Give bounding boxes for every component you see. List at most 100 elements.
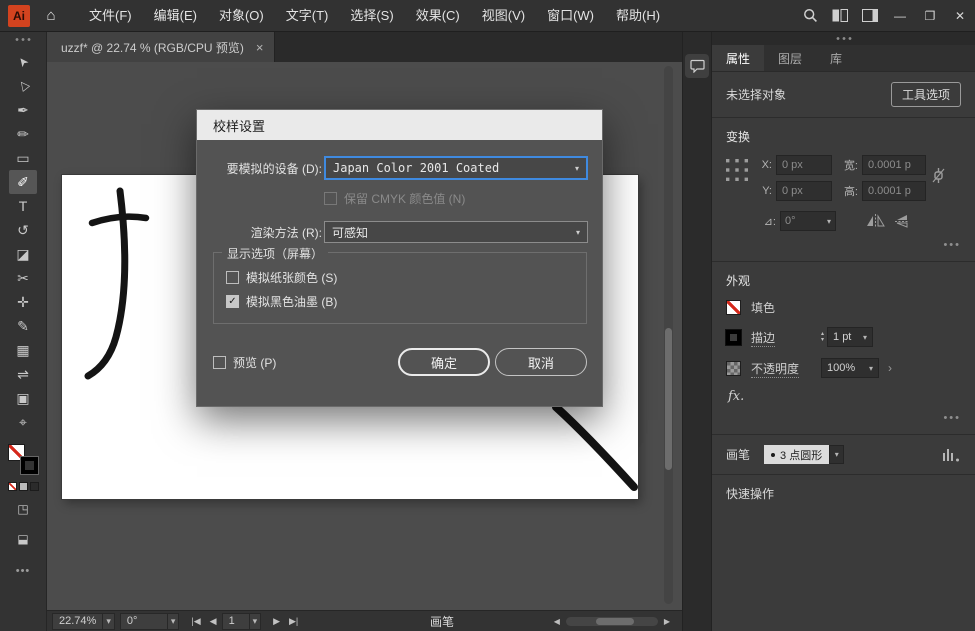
tab-close-icon[interactable]: × (256, 40, 264, 55)
appearance-more-options-icon[interactable]: ••• (726, 412, 961, 424)
dialog-title[interactable]: 校样设置 (197, 110, 602, 140)
constrain-proportions-icon[interactable] (932, 167, 945, 184)
vertical-scrollbar-thumb[interactable] (665, 328, 672, 470)
zoom-tool-icon[interactable]: ⌖ (9, 410, 37, 434)
menu-edit[interactable]: 编辑(E) (143, 0, 208, 31)
transform-more-options-icon[interactable]: ••• (726, 239, 961, 251)
prev-artboard-icon[interactable]: ◀ (210, 616, 217, 627)
stroke-weight-stepper[interactable]: ▴ ▾ (821, 331, 824, 343)
rotation-chevron-icon[interactable]: ▾ (167, 614, 179, 629)
dock-grip-handle[interactable] (14, 37, 32, 42)
opacity-label[interactable]: 不透明度 (751, 362, 799, 378)
next-artboard-icon[interactable]: ▶ (273, 616, 280, 627)
vertical-scrollbar[interactable] (664, 66, 673, 604)
properties-panel: 属性 图层 库 未选择对象 工具选项 变换 X: 0 px 宽: (712, 32, 975, 631)
opacity-select[interactable]: 100% ▾ (821, 358, 879, 378)
horizontal-scrollbar-thumb[interactable] (596, 618, 634, 625)
flip-vertical-icon[interactable] (895, 214, 909, 228)
home-icon[interactable]: ⌂ (38, 7, 64, 24)
menu-effect[interactable]: 效果(C) (405, 0, 471, 31)
y-field[interactable]: 0 px (776, 181, 832, 201)
stroke-label[interactable]: 描边 (751, 331, 775, 347)
width-field[interactable]: 0.0001 p (862, 155, 926, 175)
fill-swatch-icon[interactable] (726, 300, 741, 315)
color-solid-chip[interactable] (19, 482, 28, 491)
rendering-intent-select[interactable]: 可感知 ▾ (324, 221, 588, 243)
search-icon[interactable] (795, 0, 825, 32)
menu-file[interactable]: 文件(F) (78, 0, 143, 31)
opacity-expander-icon[interactable]: › (888, 361, 892, 375)
menu-select[interactable]: 选择(S) (339, 0, 404, 31)
width-tool-icon[interactable]: ⇌ (9, 362, 37, 386)
edit-toolbar-icon[interactable]: ••• (16, 565, 31, 577)
stroke-swatch-icon[interactable] (726, 330, 741, 345)
minimize-button[interactable]: — (885, 0, 915, 32)
height-field[interactable]: 0.0001 p (862, 181, 926, 201)
comments-panel-button[interactable] (685, 54, 709, 78)
brush-libraries-icon[interactable] (941, 448, 961, 462)
eyedropper-tool-icon[interactable]: ✎ (9, 314, 37, 338)
tool-options-button[interactable]: 工具选项 (891, 82, 961, 107)
first-artboard-icon[interactable]: |◀ (191, 616, 200, 627)
last-artboard-icon[interactable]: ▶| (289, 616, 298, 627)
horizontal-scrollbar-track[interactable] (566, 617, 658, 626)
type-tool-icon[interactable]: T (9, 194, 37, 218)
tab-libraries[interactable]: 库 (816, 45, 856, 71)
zoom-chevron-icon[interactable]: ▾ (102, 614, 114, 629)
simulate-paper-color-checkbox[interactable] (226, 271, 239, 284)
artboard-tool-icon[interactable]: ▣ (9, 386, 37, 410)
workspace-switcher-icon[interactable] (855, 0, 885, 32)
ok-button[interactable]: 确定 (398, 348, 490, 376)
arrange-documents-icon[interactable] (825, 0, 855, 32)
brush-select[interactable]: 3 点圆形 ▾ (764, 445, 844, 464)
scroll-right-icon[interactable]: ▶ (664, 617, 670, 626)
artboard-number-select[interactable]: 1 ▾ (222, 613, 262, 630)
device-to-simulate-select[interactable]: Japan Color 2001 Coated ▾ (324, 156, 588, 180)
simulate-black-ink-checkbox[interactable]: ✓ (226, 295, 239, 308)
panel-dock-grip[interactable] (712, 32, 975, 45)
preview-checkbox[interactable] (213, 356, 226, 369)
fill-stroke-indicator[interactable] (8, 444, 38, 474)
document-tab[interactable]: uzzf* @ 22.74 % (RGB/CPU 预览) × (47, 32, 275, 62)
artboard-number-chevron-icon[interactable]: ▾ (249, 614, 261, 629)
zoom-level-select[interactable]: 22.74% ▾ (52, 613, 115, 630)
scroll-left-icon[interactable]: ◀ (554, 617, 560, 626)
maximize-button[interactable]: ❐ (915, 0, 945, 32)
draw-mode-icon[interactable]: ◳ (9, 497, 37, 521)
menu-type[interactable]: 文字(T) (275, 0, 340, 31)
scissors-tool-icon[interactable]: ✂ (9, 266, 37, 290)
panel-divider (712, 261, 975, 262)
rotation-select[interactable]: 0° ▾ (120, 613, 180, 630)
menu-view[interactable]: 视图(V) (471, 0, 536, 31)
angle-select[interactable]: 0° ▾ (780, 211, 836, 231)
menu-object[interactable]: 对象(O) (208, 0, 275, 31)
stroke-color-swatch[interactable] (21, 457, 38, 474)
color-gradient-chip[interactable] (30, 482, 39, 491)
app-logo-icon[interactable]: Ai (8, 5, 30, 27)
rectangle-tool-icon[interactable]: ▭ (9, 146, 37, 170)
eraser-tool-icon[interactable]: ◪ (9, 242, 37, 266)
cancel-button[interactable]: 取消 (495, 348, 587, 376)
close-button[interactable]: ✕ (945, 0, 975, 32)
mesh-tool-icon[interactable]: ▦ (9, 338, 37, 362)
color-none-chip[interactable] (8, 482, 17, 491)
tab-layers[interactable]: 图层 (764, 45, 816, 71)
reference-point-grid-icon[interactable] (726, 159, 748, 181)
paintbrush-tool-icon[interactable]: ✐ (9, 170, 37, 194)
preserve-cmyk-checkbox[interactable] (324, 192, 337, 205)
opacity-swatch-icon[interactable] (726, 361, 741, 376)
brush-chevron-icon[interactable]: ▾ (829, 445, 844, 464)
shape-builder-tool-icon[interactable]: ✛ (9, 290, 37, 314)
stroke-weight-select[interactable]: 1 pt ▾ (827, 327, 873, 347)
menu-window[interactable]: 窗口(W) (536, 0, 605, 31)
curvature-tool-icon[interactable]: ✏ (9, 122, 37, 146)
flip-horizontal-icon[interactable] (866, 214, 885, 228)
tab-properties[interactable]: 属性 (712, 45, 764, 71)
stroke-weight-value: 1 pt (833, 331, 851, 343)
stepper-down-icon[interactable]: ▾ (821, 337, 824, 343)
effects-fx-button[interactable]: fx. (728, 389, 961, 404)
rotate-tool-icon[interactable]: ↺ (9, 218, 37, 242)
menu-help[interactable]: 帮助(H) (605, 0, 671, 31)
screen-mode-icon[interactable]: ⬓ (9, 527, 37, 551)
x-field[interactable]: 0 px (776, 155, 832, 175)
